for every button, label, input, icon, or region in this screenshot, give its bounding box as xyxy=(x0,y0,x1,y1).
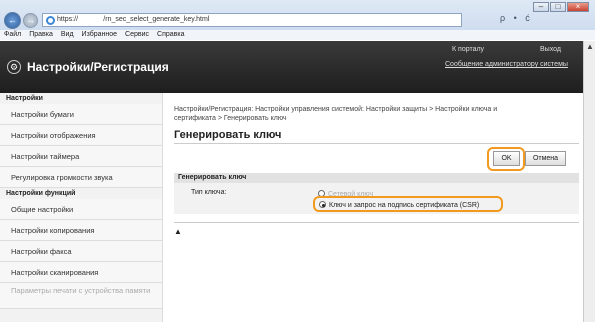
scroll-up-icon[interactable]: ▲ xyxy=(584,41,595,53)
browser-chrome: – □ × ← → https:// /rn_sec_select_genera… xyxy=(0,0,595,40)
remote-ui-logo-icon: ⚙ xyxy=(7,60,21,74)
sidebar: Настройки Настройки бумаги Настройки ото… xyxy=(0,93,163,322)
functions-heading: Настройки функций xyxy=(6,190,76,197)
sidebar-item-scan[interactable]: Настройки сканирования xyxy=(0,262,162,283)
back-to-top-icon[interactable]: ▲ xyxy=(174,227,182,236)
menu-favorites[interactable]: Избранное xyxy=(82,30,117,40)
ie-icon xyxy=(46,16,55,25)
settings-heading: Настройки xyxy=(6,95,43,102)
key-type-label: Тип ключа: xyxy=(191,189,227,196)
vertical-scrollbar[interactable]: ▲ xyxy=(583,41,595,322)
header-title: Настройки/Регистрация xyxy=(27,60,169,74)
sidebar-item-timer[interactable]: Настройки таймера xyxy=(0,146,162,167)
page-title: Генерировать ключ xyxy=(174,129,282,141)
sidebar-item-common[interactable]: Общие настройки xyxy=(0,199,162,220)
forward-button[interactable]: → xyxy=(23,13,38,28)
menu-file[interactable]: Файл xyxy=(4,30,21,40)
ok-button[interactable]: OK xyxy=(493,151,520,166)
radio-key-and-csr-label: Ключ и запрос на подпись сертификата (CS… xyxy=(329,202,480,209)
menu-tools[interactable]: Сервис xyxy=(125,30,149,40)
panel-title: Генерировать ключ xyxy=(174,173,579,183)
radio-checked-icon[interactable] xyxy=(319,201,326,208)
sidebar-item-copy[interactable]: Настройки копирования xyxy=(0,220,162,241)
address-text: https:// /rn_sec_select_generate_key.htm… xyxy=(57,16,210,23)
sidebar-item-memory-print: Параметры печати с устройства памяти xyxy=(0,283,162,309)
logout-link[interactable]: Выход xyxy=(540,46,561,53)
main-content: Настройки/Регистрация: Настройки управле… xyxy=(163,93,583,322)
sidebar-item-volume[interactable]: Регулировка громкости звука xyxy=(0,167,162,188)
sidebar-item-display[interactable]: Настройки отображения xyxy=(0,125,162,146)
sidebar-item-fax[interactable]: Настройки факса xyxy=(0,241,162,262)
divider xyxy=(174,143,579,144)
divider xyxy=(174,222,579,223)
minimize-button[interactable]: – xyxy=(533,2,549,12)
cancel-button[interactable]: Отмена xyxy=(525,151,566,166)
admin-message-link[interactable]: Сообщение администратору системы xyxy=(445,61,568,68)
sidebar-item-paper[interactable]: Настройки бумаги xyxy=(0,104,162,125)
menu-view[interactable]: Вид xyxy=(61,30,74,40)
menu-help[interactable]: Справка xyxy=(157,30,184,40)
menu-edit[interactable]: Правка xyxy=(29,30,53,40)
window-controls: – □ × xyxy=(533,2,589,12)
to-portal-link[interactable]: К порталу xyxy=(452,46,484,53)
maximize-button[interactable]: □ xyxy=(550,2,566,12)
radio-key-and-csr[interactable]: Ключ и запрос на подпись сертификата (CS… xyxy=(319,201,479,210)
menu-bar: Файл Правка Вид Избранное Сервис Справка xyxy=(0,30,595,40)
search-refresh-icons[interactable]: ρ • ć xyxy=(500,13,533,23)
address-bar[interactable]: https:// /rn_sec_select_generate_key.htm… xyxy=(42,13,462,27)
back-button[interactable]: ← xyxy=(4,12,21,29)
breadcrumb: Настройки/Регистрация: Настройки управле… xyxy=(174,106,498,122)
close-button[interactable]: × xyxy=(567,2,589,12)
app-header: ⚙ Настройки/Регистрация К порталу Выход … xyxy=(0,41,583,93)
